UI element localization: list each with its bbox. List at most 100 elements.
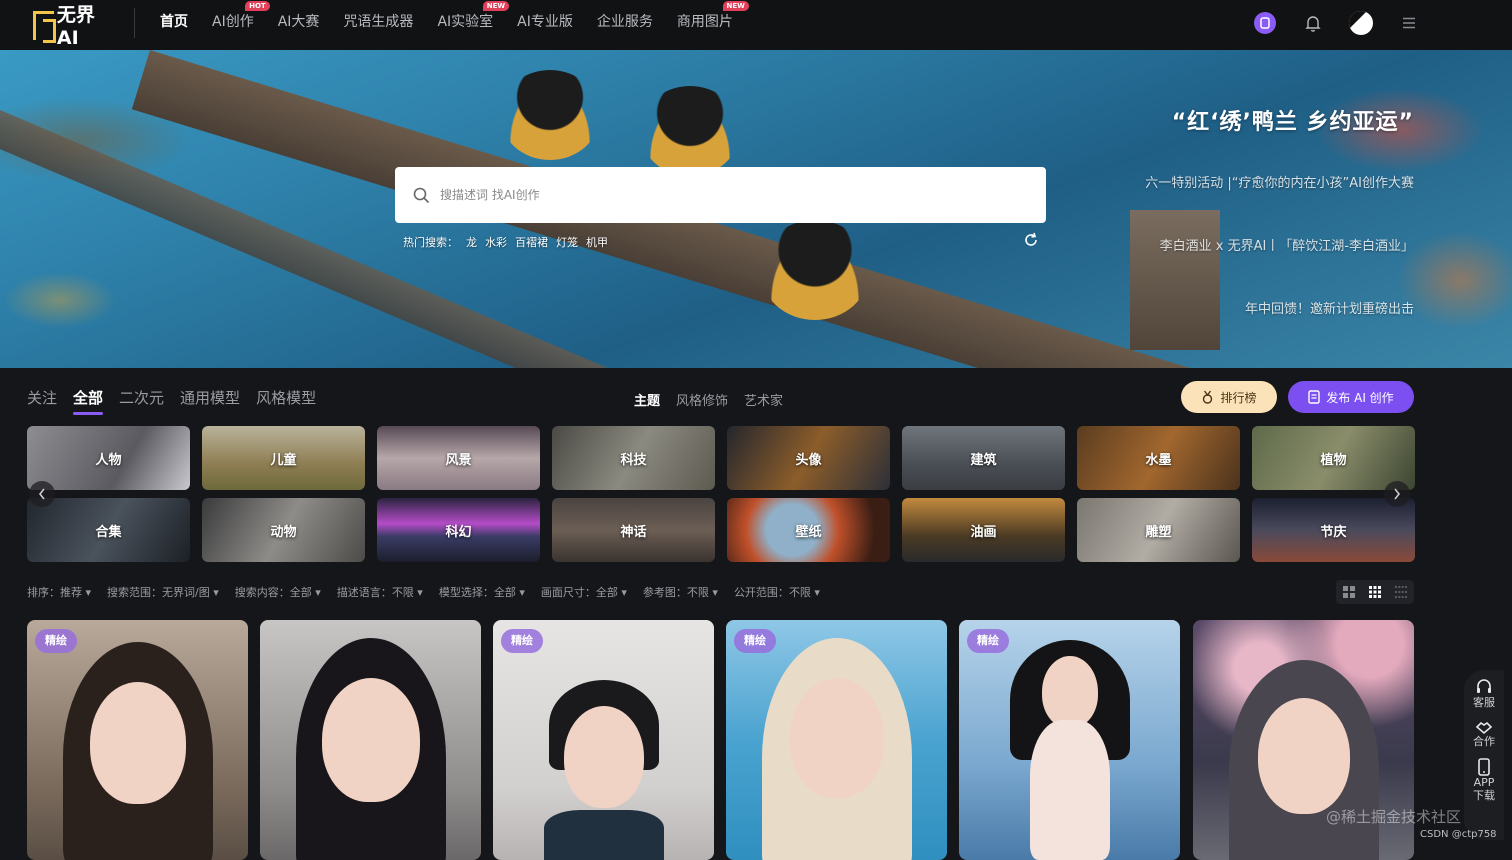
tab-general-model[interactable]: 通用模型 — [180, 387, 240, 408]
category-tile-animals[interactable]: 动物 — [202, 498, 365, 562]
category-tile-oil-painting[interactable]: 油画 — [902, 498, 1065, 562]
hot-search-term[interactable]: 龙 — [466, 234, 477, 250]
category-tile-festival[interactable]: 节庆 — [1252, 498, 1415, 562]
tab-all[interactable]: 全部 — [73, 387, 104, 415]
filter-value: 全部 — [595, 586, 618, 599]
nav-item-ai-pro[interactable]: AI专业版 — [505, 0, 585, 50]
category-tile-sci-fi[interactable]: 科幻 — [377, 498, 540, 562]
tab-style-modifier[interactable]: 风格修饰 — [676, 390, 728, 409]
featured-badge: 精绘 — [967, 629, 1009, 653]
category-next-button[interactable] — [1384, 481, 1410, 507]
artwork-card[interactable]: 精绘 — [493, 620, 714, 860]
banner-art-duck — [500, 70, 600, 160]
filter-bar: 关注 全部 二次元 通用模型 风格模型 主题 风格修饰 艺术家 排行榜 发布 A… — [0, 368, 1512, 424]
nav-item-ai-contest[interactable]: AI大赛 — [266, 0, 332, 50]
category-tile-sculpture[interactable]: 雕塑 — [1077, 498, 1240, 562]
visibility-dropdown[interactable]: 公开范围：不限 ▾ — [734, 584, 820, 600]
notification-button[interactable] — [1300, 10, 1326, 36]
cooperation-button[interactable]: 合作 — [1473, 719, 1495, 748]
category-tile-children[interactable]: 儿童 — [202, 426, 365, 490]
artwork-card[interactable] — [260, 620, 481, 860]
grid-small-icon[interactable] — [1395, 586, 1407, 598]
nav-item-ai-lab[interactable]: AI实验室 NEW — [425, 0, 510, 50]
artwork-card[interactable]: 精绘 — [959, 620, 1180, 860]
search-input[interactable] — [440, 188, 1000, 202]
publish-ai-creation-button[interactable]: 发布 AI 创作 — [1288, 381, 1414, 413]
search-box[interactable] — [395, 167, 1046, 223]
artwork-card[interactable]: 精绘 — [726, 620, 947, 860]
banner-link[interactable]: 李白酒业 x 无界AI丨「醉饮江湖-李白酒业」 — [1145, 235, 1414, 254]
hot-search-term[interactable]: 灯笼 — [556, 234, 578, 250]
floating-sidebar: 客服 合作 APP下载 — [1464, 670, 1504, 840]
category-tile-mythology[interactable]: 神话 — [552, 498, 715, 562]
tab-following[interactable]: 关注 — [27, 387, 57, 408]
category-tile-avatar[interactable]: 头像 — [727, 426, 890, 490]
artwork-figure — [563, 706, 644, 808]
category-tile-landscape[interactable]: 风景 — [377, 426, 540, 490]
category-tile-architecture[interactable]: 建筑 — [902, 426, 1065, 490]
banner-title[interactable]: “红‘绣’鸭兰 乡约亚运” — [1145, 104, 1414, 136]
tab-theme[interactable]: 主题 — [634, 390, 660, 409]
artwork-figure — [789, 678, 884, 798]
hot-search-term[interactable]: 水彩 — [485, 234, 507, 250]
model-dropdown[interactable]: 模型选择：全部 ▾ — [439, 584, 525, 600]
filter-label: 画面尺寸： — [540, 586, 596, 599]
grid-large-icon[interactable] — [1343, 586, 1355, 598]
filter-label: 搜索范围： — [107, 586, 163, 599]
prompt-language-dropdown[interactable]: 描述语言：不限 ▾ — [337, 584, 423, 600]
category-tile-technology[interactable]: 科技 — [552, 426, 715, 490]
artwork-card[interactable]: 精绘 — [27, 620, 248, 860]
search-scope-dropdown[interactable]: 搜索范围：无界词/图 ▾ — [107, 584, 219, 600]
menu-button[interactable] — [1396, 10, 1422, 36]
banner-art-duck — [760, 220, 870, 320]
banner-link[interactable]: 年中回馈！邀新计划重磅出击 — [1145, 298, 1414, 317]
hero-banner[interactable]: 热门搜索： 龙 水彩 百褶裙 灯笼 机甲 “红‘绣’鸭兰 乡约亚运” 六一特别活… — [0, 50, 1512, 368]
member-icon — [1254, 12, 1276, 34]
nav-item-home[interactable]: 首页 — [148, 0, 200, 50]
category-tile-plants[interactable]: 植物 — [1252, 426, 1415, 490]
filter-value: 推荐 — [60, 586, 82, 599]
member-button[interactable] — [1252, 10, 1278, 36]
search-content-dropdown[interactable]: 搜索内容：全部 ▾ — [235, 584, 321, 600]
filter-label: 参考图： — [642, 586, 687, 599]
banner-link[interactable]: 六一特别活动 |“疗愈你的内在小孩”AI创作大赛 — [1145, 172, 1414, 191]
nav-item-commercial-images[interactable]: 商用图片 NEW — [665, 0, 749, 50]
refresh-icon[interactable] — [1022, 231, 1040, 249]
category-tile-wallpaper[interactable]: 壁纸 — [727, 498, 890, 562]
grid-medium-icon[interactable] — [1369, 586, 1381, 598]
banner-art-duck — [640, 86, 740, 176]
nav-item-ai-create[interactable]: AI创作 HOT — [200, 0, 270, 50]
logo[interactable]: 无界AI — [30, 4, 114, 49]
customer-service-button[interactable]: 客服 — [1473, 678, 1495, 709]
feed-tabs: 关注 全部 二次元 通用模型 风格模型 — [27, 387, 316, 415]
app-download-button[interactable]: APP下载 — [1470, 758, 1498, 802]
nav-item-prompt-generator[interactable]: 咒语生成器 — [331, 0, 425, 50]
nav-item-enterprise[interactable]: 企业服务 — [585, 0, 665, 50]
reference-image-dropdown[interactable]: 参考图：不限 ▾ — [643, 584, 718, 600]
category-tile-ink-wash[interactable]: 水墨 — [1077, 426, 1240, 490]
nav-menu: 首页 AI创作 HOT AI大赛 咒语生成器 AI实验室 NEW AI专业版 企业服… — [148, 0, 749, 50]
category-prev-button[interactable] — [29, 481, 55, 507]
headset-icon — [1477, 679, 1491, 693]
top-nav: 无界AI 首页 AI创作 HOT AI大赛 咒语生成器 AI实验室 NEW AI专业… — [0, 0, 1512, 50]
tab-style-model[interactable]: 风格模型 — [256, 387, 316, 408]
leaderboard-button[interactable]: 排行榜 — [1181, 381, 1277, 413]
artwork-gallery: 精绘 精绘 精绘 精绘 — [27, 620, 1414, 860]
category-tile-people[interactable]: 人物 — [27, 426, 190, 490]
category-tile-collection[interactable]: 合集 — [27, 498, 190, 562]
filter-label: 排序： — [27, 586, 60, 599]
canvas-size-dropdown[interactable]: 画面尺寸：全部 ▾ — [541, 584, 627, 600]
tab-artist[interactable]: 艺术家 — [744, 390, 783, 409]
chevron-right-icon — [1394, 488, 1401, 500]
tab-anime[interactable]: 二次元 — [119, 387, 164, 408]
cooperation-label: 合作 — [1473, 735, 1495, 748]
filter-label: 搜索内容： — [234, 586, 290, 599]
artwork-figure — [543, 810, 664, 860]
sort-dropdown[interactable]: 排序：推荐 ▾ — [27, 584, 91, 600]
banner-links: “红‘绣’鸭兰 乡约亚运” 六一特别活动 |“疗愈你的内在小孩”AI创作大赛 李… — [1145, 104, 1414, 361]
user-avatar-button[interactable] — [1348, 10, 1374, 36]
chevron-left-icon — [38, 488, 45, 500]
filter-label: 模型选择： — [438, 586, 494, 599]
hot-search-term[interactable]: 机甲 — [586, 234, 608, 250]
hot-search-term[interactable]: 百褶裙 — [515, 234, 548, 250]
